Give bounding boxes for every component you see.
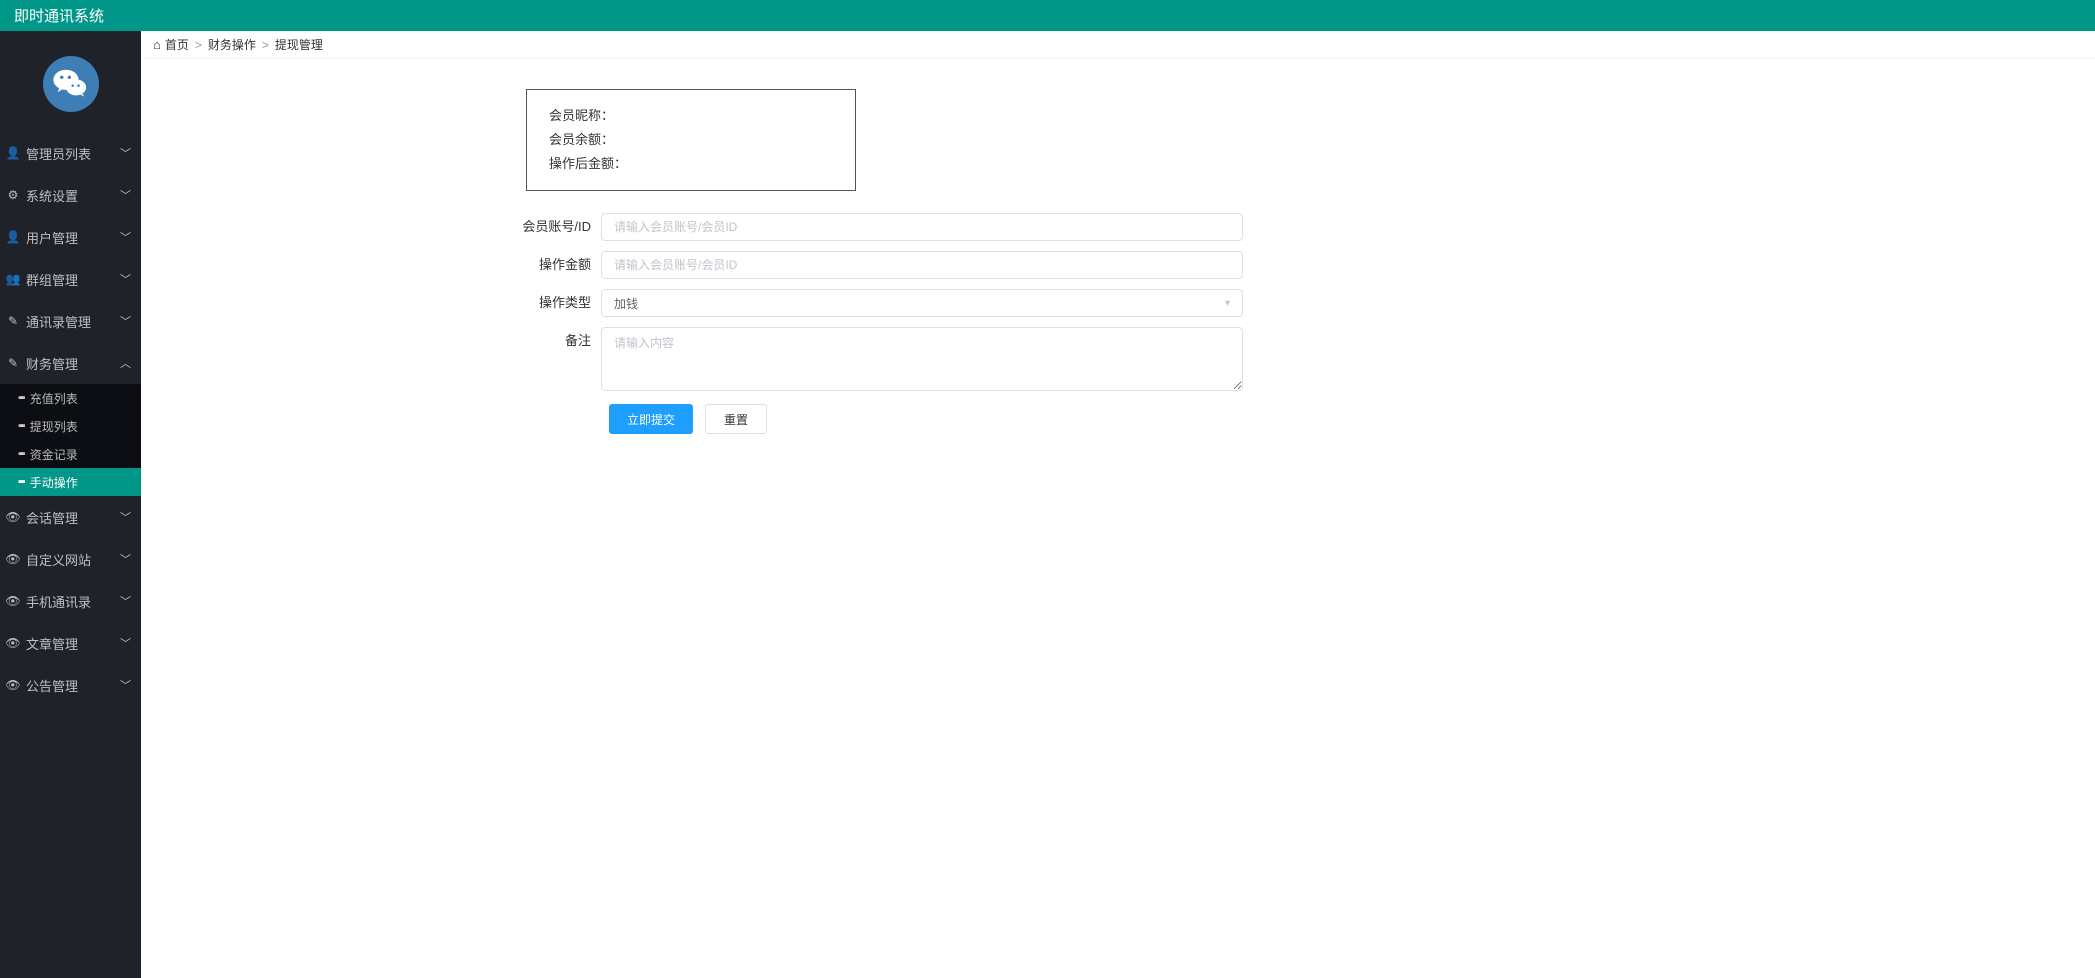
eye-icon: 👁 <box>4 510 22 524</box>
amount-input[interactable] <box>601 251 1243 279</box>
gear-icon: ⚙ <box>4 188 22 202</box>
after-operation-row: 操作后金额： <box>549 152 833 176</box>
eye-icon: 👁 <box>4 552 22 566</box>
sidebar-subitem-recharge-list[interactable]: ▪▪▪ 充值列表 <box>0 384 141 412</box>
sidebar-item-group-management[interactable]: 👥 群组管理 ﹀ <box>0 258 141 300</box>
sidebar-item-system-settings[interactable]: ⚙ 系统设置 ﹀ <box>0 174 141 216</box>
sidebar-item-user-management[interactable]: 👤 用户管理 ﹀ <box>0 216 141 258</box>
submit-button[interactable]: 立即提交 <box>609 404 693 434</box>
amount-label: 操作金额 <box>141 251 601 279</box>
breadcrumb-item: 提现管理 <box>275 36 323 53</box>
sidebar-item-label: 系统设置 <box>26 186 120 205</box>
sidebar-item-admin-list[interactable]: 👤 管理员列表 ﹀ <box>0 132 141 174</box>
edit-icon: ✎ <box>4 356 22 370</box>
sidebar-subitem-manual-operation[interactable]: ▪▪▪ 手动操作 <box>0 468 141 496</box>
operation-type-select[interactable]: 加钱 ▾ <box>601 289 1243 317</box>
sidebar-subitem-label: 充值列表 <box>30 390 78 407</box>
sidebar-item-announcement-management[interactable]: 👁 公告管理 ﹀ <box>0 664 141 706</box>
list-icon: ▪▪▪ <box>18 392 24 404</box>
list-icon: ▪▪▪ <box>18 476 24 488</box>
app-title: 即时通讯系统 <box>14 5 104 26</box>
sidebar-item-label: 财务管理 <box>26 354 120 373</box>
breadcrumb-home[interactable]: 首页 <box>165 36 189 53</box>
chevron-up-icon: ︿ <box>120 355 131 371</box>
sidebar-item-label: 通讯录管理 <box>26 312 120 331</box>
logo-area <box>0 31 141 132</box>
sidebar-subitem-label: 提现列表 <box>30 418 78 435</box>
sidebar-item-custom-website[interactable]: 👁 自定义网站 ﹀ <box>0 538 141 580</box>
main-content: ⌂ 首页 > 财务操作 > 提现管理 会员昵称： 会员余额： 操作后金额： 会员… <box>141 31 2095 978</box>
list-icon: ▪▪▪ <box>18 448 24 460</box>
remark-label: 备注 <box>141 327 601 355</box>
chevron-down-icon: ﹀ <box>120 635 131 651</box>
breadcrumb-item[interactable]: 财务操作 <box>208 36 256 53</box>
sidebar-item-label: 手机通讯录 <box>26 592 120 611</box>
chevron-down-icon: ﹀ <box>120 313 131 329</box>
eye-icon: 👁 <box>4 594 22 608</box>
member-balance-row: 会员余额： <box>549 128 833 152</box>
user-icon: 👤 <box>4 146 22 160</box>
sidebar-item-label: 文章管理 <box>26 634 120 653</box>
chevron-down-icon: ▾ <box>1225 298 1230 309</box>
remark-textarea[interactable] <box>601 327 1243 391</box>
chevron-down-icon: ﹀ <box>120 229 131 245</box>
users-icon: 👥 <box>4 272 22 286</box>
chevron-down-icon: ﹀ <box>120 677 131 693</box>
type-label: 操作类型 <box>141 289 601 317</box>
chevron-down-icon: ﹀ <box>120 509 131 525</box>
wechat-logo-icon <box>43 56 99 112</box>
sidebar-item-label: 用户管理 <box>26 228 120 247</box>
member-nickname-row: 会员昵称： <box>549 104 833 128</box>
submenu-finance: ▪▪▪ 充值列表 ▪▪▪ 提现列表 ▪▪▪ 资金记录 ▪▪▪ 手动操作 <box>0 384 141 496</box>
list-icon: ▪▪▪ <box>18 420 24 432</box>
breadcrumb: ⌂ 首页 > 财务操作 > 提现管理 <box>141 31 2095 59</box>
account-label: 会员账号/ID <box>141 213 601 241</box>
sidebar-item-finance-management[interactable]: ✎ 财务管理 ︿ <box>0 342 141 384</box>
breadcrumb-separator: > <box>195 38 202 52</box>
chevron-down-icon: ﹀ <box>120 145 131 161</box>
sidebar-item-label: 自定义网站 <box>26 550 120 569</box>
eye-icon: 👁 <box>4 636 22 650</box>
account-input[interactable] <box>601 213 1243 241</box>
sidebar: 👤 管理员列表 ﹀ ⚙ 系统设置 ﹀ 👤 用户管理 ﹀ 👥 群组管理 ﹀ ✎ 通… <box>0 31 141 978</box>
chevron-down-icon: ﹀ <box>120 551 131 567</box>
edit-icon: ✎ <box>4 314 22 328</box>
select-value: 加钱 <box>614 295 638 312</box>
sidebar-subitem-label: 手动操作 <box>30 474 78 491</box>
chevron-down-icon: ﹀ <box>120 271 131 287</box>
sidebar-item-label: 群组管理 <box>26 270 120 289</box>
sidebar-subitem-withdraw-list[interactable]: ▪▪▪ 提现列表 <box>0 412 141 440</box>
chevron-down-icon: ﹀ <box>120 187 131 203</box>
user-icon: 👤 <box>4 230 22 244</box>
sidebar-item-label: 会话管理 <box>26 508 120 527</box>
eye-icon: 👁 <box>4 678 22 692</box>
sidebar-subitem-label: 资金记录 <box>30 446 78 463</box>
sidebar-item-contacts-management[interactable]: ✎ 通讯录管理 ﹀ <box>0 300 141 342</box>
sidebar-item-phone-contacts[interactable]: 👁 手机通讯录 ﹀ <box>0 580 141 622</box>
sidebar-item-label: 公告管理 <box>26 676 120 695</box>
chevron-down-icon: ﹀ <box>120 593 131 609</box>
breadcrumb-separator: > <box>262 38 269 52</box>
home-icon: ⌂ <box>153 37 161 52</box>
sidebar-item-label: 管理员列表 <box>26 144 120 163</box>
sidebar-subitem-fund-records[interactable]: ▪▪▪ 资金记录 <box>0 440 141 468</box>
app-header: 即时通讯系统 <box>0 0 2095 31</box>
reset-button[interactable]: 重置 <box>705 404 767 434</box>
member-info-box: 会员昵称： 会员余额： 操作后金额： <box>526 89 856 191</box>
sidebar-item-session-management[interactable]: 👁 会话管理 ﹀ <box>0 496 141 538</box>
sidebar-item-article-management[interactable]: 👁 文章管理 ﹀ <box>0 622 141 664</box>
